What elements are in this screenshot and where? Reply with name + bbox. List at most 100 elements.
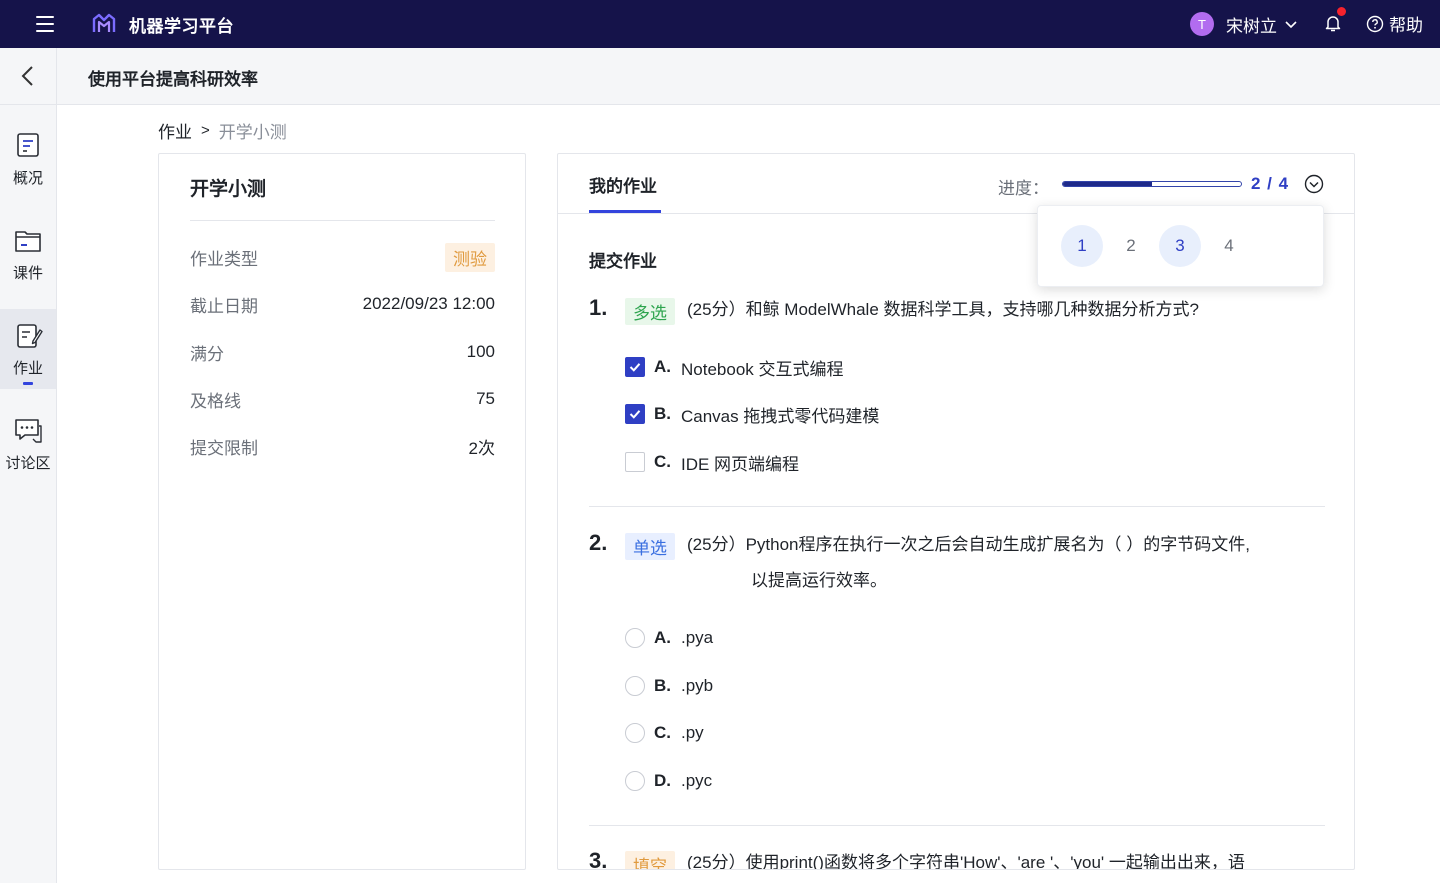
question-type-tag: 多选 — [625, 298, 675, 325]
sidebar-item-label: 课件 — [12, 265, 43, 282]
question-nav-item-3[interactable]: 3 — [1159, 225, 1201, 267]
option-letter: B. — [654, 676, 671, 695]
radio-button[interactable] — [625, 723, 645, 743]
info-row-deadline: 截止日期 2022/09/23 12:00 — [190, 291, 495, 317]
hamburger-menu-icon[interactable] — [34, 13, 58, 35]
app-title: 机器学习平台 — [129, 17, 234, 36]
overview-icon — [17, 133, 39, 157]
option-letter: D. — [654, 771, 671, 790]
radio-option[interactable]: A. .pya — [625, 626, 713, 650]
breadcrumb-parent-link[interactable]: 作业 — [158, 118, 192, 143]
info-key: 作业类型 — [190, 249, 258, 269]
info-row-submission-limit: 提交限制 2次 — [190, 433, 495, 459]
question-navigator-dropdown: 1 2 3 4 — [1037, 205, 1324, 287]
radio-button[interactable] — [625, 628, 645, 648]
homework-icon — [17, 324, 43, 348]
top-navigation-bar: 机器学习平台 T 宋树立 帮助 — [0, 0, 1440, 48]
option-text: .pyc — [681, 771, 713, 790]
course-title: 使用平台提高科研效率 — [88, 70, 258, 89]
info-value: 75 — [476, 389, 495, 408]
question-text-line2: 以提高运行效率。 — [751, 571, 887, 590]
sidebar-item-overview[interactable]: 概况 — [0, 119, 56, 199]
sidebar-item-discussion[interactable]: 讨论区 — [0, 404, 56, 484]
progress-count: 2 / 4 — [1251, 174, 1290, 193]
course-header: 使用平台提高科研效率 — [0, 48, 1440, 105]
check-icon — [629, 363, 641, 372]
avatar: T — [1190, 12, 1214, 36]
active-indicator — [23, 382, 33, 385]
section-title: 提交作业 — [589, 252, 657, 271]
checkbox-option[interactable]: B. Canvas 拖拽式零代码建模 — [625, 402, 879, 426]
divider — [190, 220, 495, 221]
option-text: Canvas 拖拽式零代码建模 — [681, 406, 880, 426]
divider — [589, 506, 1325, 507]
info-row-full-score: 满分 100 — [190, 339, 495, 365]
checkbox-unchecked[interactable] — [625, 452, 645, 472]
breadcrumb: 作业 > 开学小测 — [158, 118, 287, 143]
info-value: 100 — [466, 342, 495, 361]
question-circle-icon — [1366, 15, 1384, 32]
question-type-tag: 单选 — [625, 533, 675, 560]
back-button[interactable] — [0, 48, 57, 104]
option-text: .pya — [681, 628, 714, 647]
user-menu[interactable]: T 宋树立 — [1190, 11, 1298, 37]
question-nav-item-1[interactable]: 1 — [1061, 225, 1103, 267]
radio-option[interactable]: B. .pyb — [625, 674, 713, 698]
breadcrumb-current: 开学小测 — [218, 123, 287, 142]
question-type-tag: 填空 — [625, 851, 675, 869]
info-row-pass-line: 及格线 75 — [190, 386, 495, 412]
info-key: 截止日期 — [190, 296, 258, 316]
info-key: 满分 — [190, 344, 224, 364]
option-letter: A. — [654, 628, 671, 647]
tab-my-homework[interactable]: 我的作业 — [589, 172, 657, 197]
sidebar-item-homework[interactable]: 作业 — [0, 309, 56, 389]
option-text: Notebook 交互式编程 — [681, 359, 844, 379]
info-key: 及格线 — [190, 391, 241, 411]
progress-bar-fill — [1063, 182, 1152, 186]
checkbox-checked[interactable] — [625, 357, 645, 377]
radio-option[interactable]: D. .pyc — [625, 769, 712, 793]
question-number: 2. — [589, 530, 608, 555]
chevron-circle-down-icon[interactable] — [1303, 173, 1325, 195]
info-value: 2022/09/23 12:00 — [362, 294, 495, 313]
assignment-type-badge: 测验 — [445, 242, 495, 272]
check-icon — [629, 410, 641, 419]
divider — [589, 825, 1325, 826]
discussion-icon — [15, 419, 42, 443]
breadcrumb-separator: > — [201, 122, 210, 139]
chevron-down-icon — [1285, 21, 1297, 29]
question-text: (25分）使用print()函数将多个字符串'How'、'are '、'you'… — [687, 853, 1245, 870]
checkbox-option[interactable]: A. Notebook 交互式编程 — [625, 355, 844, 379]
question-number: 1. — [589, 295, 608, 320]
courseware-icon — [15, 231, 41, 252]
option-letter: B. — [654, 404, 671, 423]
radio-option[interactable]: C. .py — [625, 721, 704, 745]
info-value: 2次 — [468, 438, 495, 458]
notification-dot — [1337, 7, 1346, 16]
user-name: 宋树立 — [1226, 16, 1277, 36]
chevron-left-icon — [21, 66, 33, 86]
progress-bar — [1062, 181, 1242, 187]
assignment-title: 开学小测 — [190, 179, 267, 200]
help-label: 帮助 — [1389, 16, 1423, 35]
option-letter: A. — [654, 357, 671, 376]
option-text: .py — [681, 723, 704, 742]
question-nav-item-2[interactable]: 2 — [1110, 225, 1152, 267]
sidebar-item-label: 作业 — [12, 360, 43, 377]
platform-logo-icon — [92, 13, 116, 32]
option-letter: C. — [654, 723, 671, 742]
checkbox-option[interactable]: C. IDE 网页端编程 — [625, 450, 799, 474]
question-nav-item-4[interactable]: 4 — [1208, 225, 1250, 267]
sidebar-item-courseware[interactable]: 课件 — [0, 214, 56, 294]
info-key: 提交限制 — [190, 438, 258, 458]
sidebar-item-label: 概况 — [12, 170, 43, 187]
option-letter: C. — [654, 452, 671, 471]
checkbox-checked[interactable] — [625, 404, 645, 424]
radio-button[interactable] — [625, 676, 645, 696]
help-link[interactable]: 帮助 — [1366, 11, 1423, 36]
radio-button[interactable] — [625, 771, 645, 791]
question-text: (25分）Python程序在执行一次之后会自动生成扩展名为（ ）的字节码文件, — [687, 535, 1250, 554]
assignment-info-card: 开学小测 作业类型 测验 截止日期 2022/09/23 12:00 满分 10… — [158, 153, 526, 870]
option-text: .pyb — [681, 676, 714, 695]
left-sidebar: 概况 课件 作业 讨论区 — [0, 105, 57, 883]
